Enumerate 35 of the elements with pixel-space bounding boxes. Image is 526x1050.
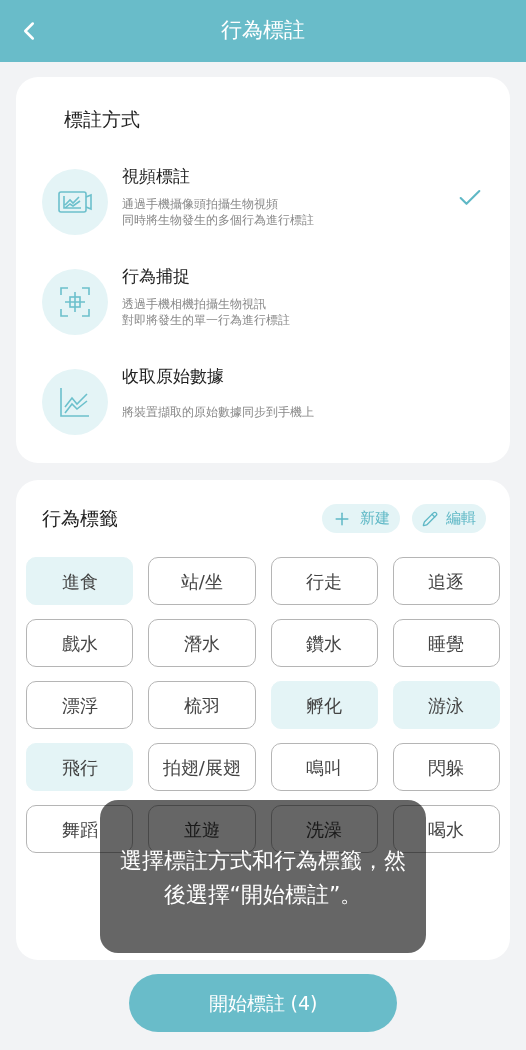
section-title: 行為標籤 [42,506,118,532]
line-chart-icon [60,386,90,417]
section-title: 標註方式 [64,107,141,132]
behavior-tag[interactable]: 孵化 [270,681,378,729]
method-option[interactable]: 視頻標註 通過手機攝像頭拍攝生物視頻 同時將生物發生的多個行為進行標註 [16,163,510,240]
method-description: 透過手機相機拍攝生物視訊 [122,295,267,312]
behavior-tag[interactable]: 鑽水 [270,619,378,667]
behavior-tag[interactable]: 梳羽 [148,681,256,729]
behavior-tag[interactable]: 睡覺 [392,619,500,667]
toast-text: 後選擇“開始標註”。 [163,881,363,909]
behavior-tag[interactable]: 進食 [26,557,134,605]
method-description: 同時將生物發生的多個行為進行標註 [122,211,315,228]
scan-frame-icon [60,286,90,317]
behavior-tag[interactable]: 戲水 [26,619,134,667]
behavior-tag[interactable]: 站/坐 [148,557,256,605]
video-chart-icon [58,188,92,215]
pencil-icon [422,510,438,527]
behavior-tag[interactable]: 漂浮 [26,681,134,729]
behavior-tag[interactable]: 行走 [270,557,378,605]
behavior-tag[interactable]: 游泳 [392,681,500,729]
method-title: 行為捕捉 [122,264,191,288]
method-description: 對即將發生的單一行為進行標註 [122,311,291,328]
method-option[interactable]: 行為捕捉 透過手機相機拍攝生物視訊 對即將發生的單一行為進行標註 [16,263,510,340]
behavior-tag[interactable]: 追逐 [392,557,500,605]
method-title: 收取原始數據 [122,364,225,388]
behavior-tag[interactable]: 飛行 [26,743,134,791]
behavior-tag[interactable]: 閃躲 [392,743,500,791]
page-title: 行為標註 [221,17,305,45]
behavior-tag[interactable]: 鳴叫 [270,743,378,791]
behavior-tag[interactable]: 潛水 [148,619,256,667]
method-description: 將裝置擷取的原始數據同步到手機上 [122,403,315,420]
behavior-tag[interactable]: 拍翅/展翅 [148,743,256,791]
method-option[interactable]: 收取原始數據 將裝置擷取的原始數據同步到手機上 [16,363,510,440]
method-title: 視頻標註 [122,164,191,188]
method-description: 通過手機攝像頭拍攝生物視頻 [122,195,279,212]
